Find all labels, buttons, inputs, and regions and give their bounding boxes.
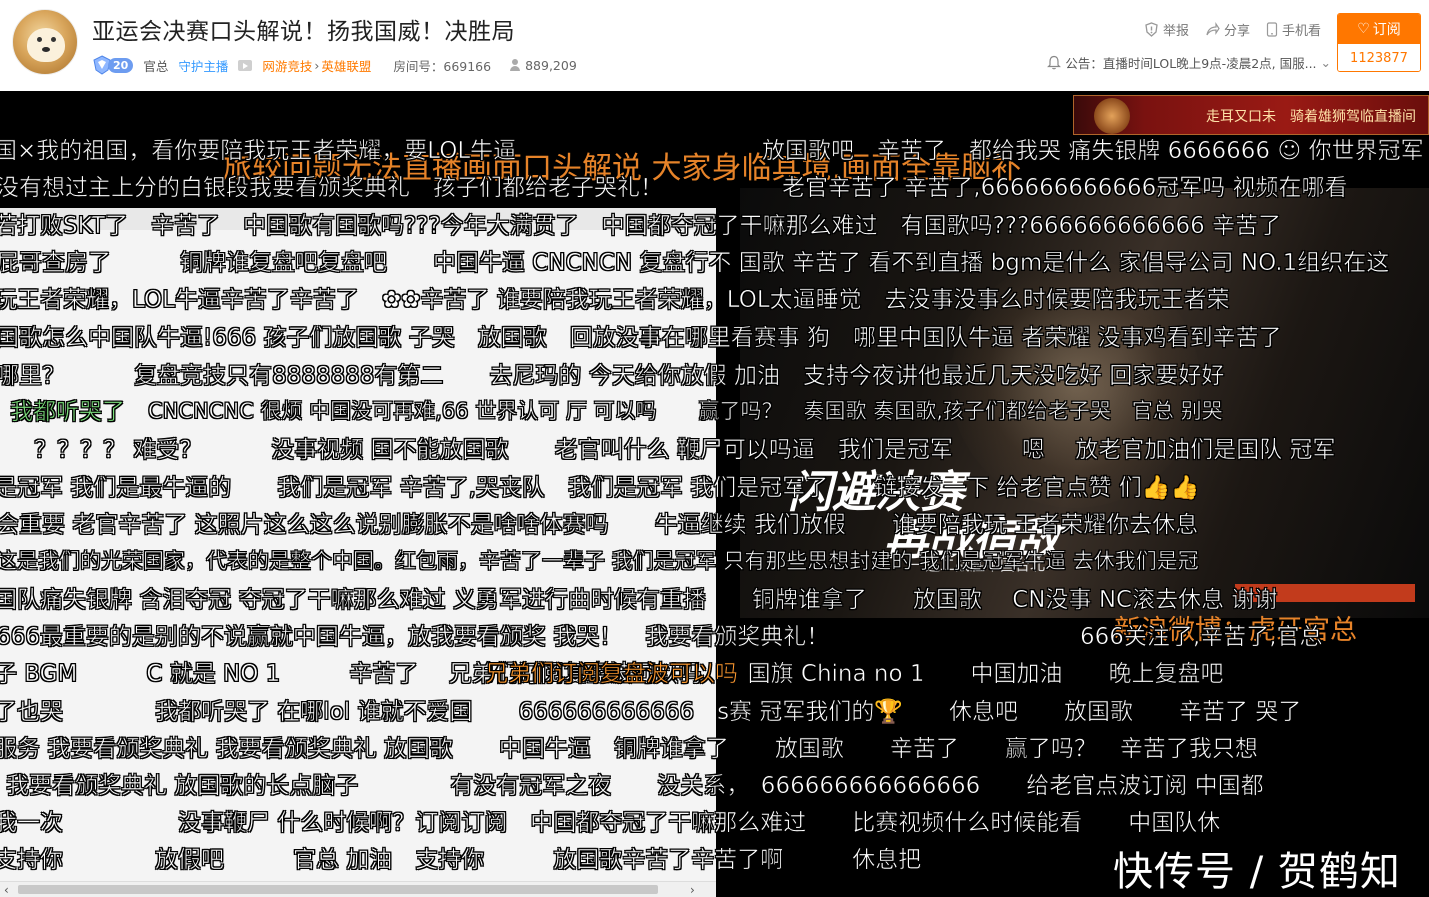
horizontal-scrollbar[interactable]: ‹ › — [0, 881, 716, 897]
danmaku-comment: 放国歌吧 辛苦了 都给我哭 痛失银牌 6666666 ☺ 你世界冠军 — [762, 138, 1424, 164]
gift-announcement-text: 走耳又口未 骑着雄狮驾临直播间 — [1206, 109, 1416, 125]
room-meta: 20 官总 守护主播 网游竞技 › 英雄联盟 房间号：669166 889,20… — [92, 55, 587, 75]
danmaku-comment: 支持你 放假吧 官总 加油 支持你 放国歌辛苦了辛苦了啊 休息把 — [0, 847, 922, 873]
bell-icon — [1047, 55, 1062, 70]
danmaku-comment: 国队痛失银牌 含泪夺冠 夺冠了干嘛那么难过 义勇军进行曲时候有重播 铜牌谁拿了 … — [0, 587, 1278, 613]
share-icon — [1206, 22, 1220, 36]
share-button[interactable]: 分享 — [1205, 20, 1250, 39]
danmaku-comment: 666最重要的是别的不说赢就中国牛逼，放我要看颁奖 我哭！ 我要看颁奖典礼！ — [0, 624, 830, 650]
danmaku-comment: 玩王者荣耀，LOL牛逼辛苦了辛苦了 ✿✿辛苦了 谁要陪我玩王者荣耀，LOL太逼睡… — [0, 287, 1230, 313]
shield-alert-icon — [1145, 22, 1158, 37]
room-id: 房间号：669166 — [393, 58, 492, 74]
danmaku-comment: 我要看颁奖典礼 放国歌的长点脑子 有没有冠军之夜 没关系， 6666666666… — [6, 773, 1264, 799]
danmaku-comment: 会重要 老官辛苦了 这照片这么这么说别膨胀不是啥啥体赛吗 牛逼继续 我们放假 谁… — [0, 512, 1199, 538]
viewer-icon — [509, 59, 521, 71]
category-primary-link[interactable]: 网游竞技 — [262, 56, 312, 75]
video-player[interactable]: 闪避决赛 再战宿敌 一追二战胜中国台北 走耳又口未 骑着雄狮驾临直播间 旅较问题… — [0, 91, 1429, 897]
video-icon — [238, 59, 253, 71]
room-title: 亚运会决赛口头解说！扬我国威！决胜局 — [92, 19, 515, 45]
source-watermark: 快传号 / 贺鹤知 — [1113, 849, 1401, 895]
danmaku-comment: 国×我的祖国，看你要陪我玩王者荣耀，要LOL牛逼 — [0, 138, 517, 164]
scrollbar-thumb[interactable] — [18, 885, 658, 894]
danmaku-comment: 了也哭 我都听哭了 在哪lol 谁就不爱国 666666666666 s赛 冠军… — [0, 699, 1302, 725]
subscribe-button[interactable]: ♡ 订阅 1123877 — [1337, 13, 1421, 72]
danmaku-comment: 是冠军 我们是最牛逼的 我们是冠军 辛苦了,哭丧队 我们是冠军 我们是冠军了 链… — [0, 475, 1200, 501]
gift-announcement-banner: 走耳又口未 骑着雄狮驾临直播间 — [1073, 95, 1429, 135]
report-label: 举报 — [1162, 24, 1189, 39]
scroll-right-icon[interactable]: › — [690, 882, 695, 897]
chevron-right-icon: › — [314, 57, 320, 73]
subscriber-count: 1123877 — [1338, 44, 1420, 71]
danmaku-comment: 没有想过主上分的白银段我要看颁奖典礼 孩子们都给老子哭礼！ — [0, 175, 663, 201]
danmaku-comment: 我都听哭了 — [10, 399, 126, 425]
danmaku-comment: 服务 我要看颁奖典礼 我要看颁奖典礼 放国歌 中国牛逼 铜牌谁拿了 放国歌 辛苦… — [0, 736, 1258, 762]
streamer-avatar[interactable] — [12, 9, 78, 75]
danmaku-comment: 兄弟们订阅复盘波可以吗 — [485, 661, 739, 687]
danmaku-comment: 屁哥查房了 铜牌谁复盘吧复盘吧 中国牛逼 CNCNCN 复盘行不 国歌 辛苦了 … — [0, 250, 1390, 276]
avatar-eye — [51, 37, 56, 42]
room-header: 亚运会决赛口头解说！扬我国威！决胜局 20 官总 守护主播 网游竞技 › 英雄联… — [0, 0, 1429, 91]
avatar-dog-face — [27, 28, 65, 62]
room-tools: 举报 分享 手机看 — [1128, 20, 1321, 39]
report-button[interactable]: 举报 — [1144, 20, 1189, 39]
mobile-view-button[interactable]: 手机看 — [1266, 20, 1321, 39]
mobile-view-label: 手机看 — [1281, 24, 1321, 39]
viewer-count: 889,209 — [525, 57, 577, 73]
danmaku-comment: 哪里？ 复盘竞技只有8888888有第二 去尼玛的 今天给你放假 加油 支持今夜… — [0, 363, 1225, 389]
phone-icon — [1266, 22, 1278, 37]
subscribe-top: ♡ 订阅 — [1338, 14, 1420, 44]
notice-text: 公告：直播时间LOL晚上9点-凌晨2点, 国服... — [1065, 56, 1317, 71]
danmaku-comment: 国歌怎么中国队牛逼!666 孩子们放国歌 子哭 放国歌 回放没事在哪里看赛事 狗… — [0, 325, 1282, 351]
host-name[interactable]: 官总 — [143, 56, 168, 75]
room-notice[interactable]: 公告：直播时间LOL晚上9点-凌晨2点, 国服... ⌄ — [1047, 53, 1331, 72]
category-secondary-link[interactable]: 英雄联盟 — [321, 56, 371, 75]
danmaku-comment: CNCNCNC 很烦 中国没可再难,66 世界认可 厅 可以吗 赢了吗？ 奏国歌… — [148, 399, 1223, 423]
danmaku-comment: 666关注了,辛苦了,官总 — [1080, 624, 1323, 650]
share-label: 分享 — [1223, 24, 1250, 39]
danmaku-comment: 这是我们的光荣国家，代表的是整个中国。红包雨，辛苦了一辈子 我们是冠军 只有那些… — [0, 549, 1199, 573]
host-level-badge: 20 — [92, 55, 134, 75]
danmaku-comment: ？？？？ 难受？ 没事视频 国不能放国歌 老官叫什么 鞭尸可以吗逼 我们是冠军 … — [34, 437, 1336, 463]
danmaku-comment: 若打败SKT了 辛苦了 中国歌有国歌吗???今年大满贯了 中国都夺冠了干嘛那么难… — [0, 213, 1282, 239]
subscribe-label: 订阅 — [1372, 22, 1401, 38]
avatar-eye — [37, 37, 42, 42]
guard-host-link[interactable]: 守护主播 — [178, 56, 228, 75]
chevron-down-icon[interactable]: ⌄ — [1321, 55, 1331, 70]
scroll-left-icon[interactable]: ‹ — [4, 882, 9, 897]
lion-badge-icon — [1094, 98, 1130, 134]
danmaku-comment: 我一次 没事鞭尸 什么时候啊？订阅订阅 中国都夺冠了干嘛那么难过 比赛视频什么时… — [0, 810, 1221, 836]
avatar-nose — [42, 47, 50, 52]
heart-plus-icon: ♡ — [1357, 21, 1370, 37]
danmaku-comment: 老官辛苦了 辛苦了,666666666666冠军吗 视频在哪看 — [782, 175, 1348, 201]
host-level-number: 20 — [108, 57, 134, 73]
